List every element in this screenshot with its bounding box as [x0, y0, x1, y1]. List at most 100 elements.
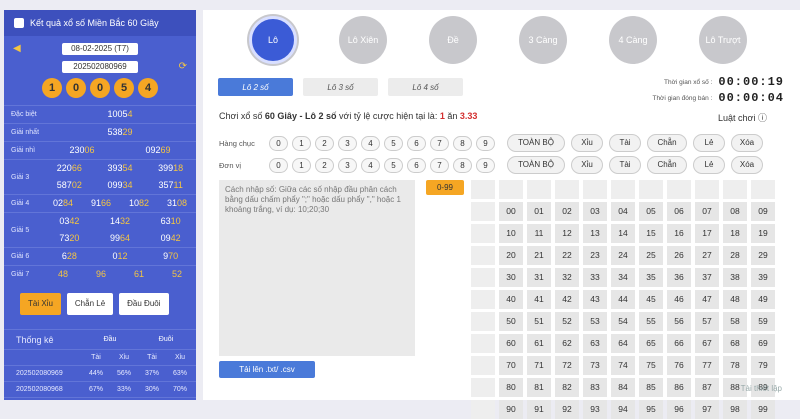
number-cell[interactable]: 18	[723, 224, 747, 243]
quick-button[interactable]: TOÀN BỘ	[507, 134, 565, 152]
number-cell[interactable]: 55	[639, 312, 663, 331]
digit-button[interactable]: 3	[338, 135, 357, 151]
number-cell[interactable]: 49	[751, 290, 775, 309]
chevron-left-icon[interactable]: ◀	[13, 43, 21, 54]
digit-button[interactable]: 5	[384, 157, 403, 173]
tab-1[interactable]: Chẵn Lẻ	[66, 293, 114, 315]
number-cell[interactable]: 30	[499, 268, 523, 287]
number-cell[interactable]: 61	[527, 334, 551, 353]
number-cell[interactable]: 70	[499, 356, 523, 375]
number-cell[interactable]: 36	[667, 268, 691, 287]
number-cell[interactable]: 06	[667, 202, 691, 221]
number-cell[interactable]: 48	[723, 290, 747, 309]
number-cell[interactable]: 60	[499, 334, 523, 353]
number-cell[interactable]: 43	[583, 290, 607, 309]
number-cell[interactable]: 22	[555, 246, 579, 265]
digit-button[interactable]: 7	[430, 135, 449, 151]
number-cell[interactable]: 41	[527, 290, 551, 309]
number-cell[interactable]: 68	[723, 334, 747, 353]
number-cell[interactable]: 14	[611, 224, 635, 243]
number-cell[interactable]: 10	[499, 224, 523, 243]
number-cell[interactable]: 09	[751, 202, 775, 221]
digit-button[interactable]: 9	[476, 157, 495, 173]
number-cell[interactable]: 12	[555, 224, 579, 243]
number-cell[interactable]: 86	[667, 378, 691, 397]
digit-button[interactable]: 9	[476, 135, 495, 151]
number-cell[interactable]: 75	[639, 356, 663, 375]
number-cell[interactable]: 71	[527, 356, 551, 375]
number-cell[interactable]: 33	[583, 268, 607, 287]
quick-button[interactable]: Xóa	[731, 134, 763, 152]
quick-button[interactable]: Chẵn	[647, 134, 687, 152]
number-cell[interactable]: 59	[751, 312, 775, 331]
number-cell[interactable]: 32	[555, 268, 579, 287]
number-cell[interactable]: 39	[751, 268, 775, 287]
number-cell[interactable]: 84	[611, 378, 635, 397]
number-cell[interactable]: 11	[527, 224, 551, 243]
number-cell[interactable]: 21	[527, 246, 551, 265]
number-cell[interactable]: 51	[527, 312, 551, 331]
quick-button[interactable]: Tài	[609, 156, 641, 174]
mode-0[interactable]: Lô	[249, 16, 297, 64]
date-select[interactable]: 08-02-2025 (T7)	[62, 42, 138, 55]
draw-select[interactable]: 202502080969	[62, 60, 138, 73]
subtab-1[interactable]: Lô 3 số	[303, 78, 378, 96]
number-cell[interactable]: 47	[695, 290, 719, 309]
number-cell[interactable]: 92	[555, 400, 579, 419]
digit-button[interactable]: 0	[269, 135, 288, 151]
number-cell[interactable]: 01	[527, 202, 551, 221]
number-cell[interactable]: 37	[695, 268, 719, 287]
number-cell[interactable]: 91	[527, 400, 551, 419]
number-cell[interactable]: 16	[667, 224, 691, 243]
upload-button[interactable]: Tải lên .txt/ .csv	[219, 361, 315, 378]
number-cell[interactable]: 54	[611, 312, 635, 331]
digit-button[interactable]: 6	[407, 157, 426, 173]
number-cell[interactable]: 63	[583, 334, 607, 353]
quick-button[interactable]: TOÀN BỘ	[507, 156, 565, 174]
quick-button[interactable]: Lẻ	[693, 156, 725, 174]
number-cell[interactable]: 80	[499, 378, 523, 397]
number-cell[interactable]: 81	[527, 378, 551, 397]
digit-button[interactable]: 8	[453, 135, 472, 151]
number-cell[interactable]: 27	[695, 246, 719, 265]
tab-2[interactable]: Đầu Đuôi	[119, 293, 169, 315]
refresh-icon[interactable]: ⟳	[179, 61, 187, 72]
number-cell[interactable]: 79	[751, 356, 775, 375]
number-cell[interactable]: 31	[527, 268, 551, 287]
number-cell[interactable]: 02	[555, 202, 579, 221]
quick-button[interactable]: Tài	[609, 134, 641, 152]
number-cell[interactable]: 95	[639, 400, 663, 419]
quick-button[interactable]: Xỉu	[571, 156, 603, 174]
home-icon[interactable]	[14, 18, 24, 28]
number-cell[interactable]: 53	[583, 312, 607, 331]
number-cell[interactable]: 38	[723, 268, 747, 287]
mode-4[interactable]: 4 Càng	[609, 16, 657, 64]
number-cell[interactable]: 93	[583, 400, 607, 419]
tab-0[interactable]: Tài Xỉu	[20, 293, 61, 315]
number-cell[interactable]: 04	[611, 202, 635, 221]
digit-button[interactable]: 0	[269, 157, 288, 173]
mode-3[interactable]: 3 Càng	[519, 16, 567, 64]
subtab-2[interactable]: Lô 4 số	[388, 78, 463, 96]
number-cell[interactable]: 65	[639, 334, 663, 353]
mode-2[interactable]: Đề	[429, 16, 477, 64]
number-cell[interactable]: 73	[583, 356, 607, 375]
number-cell[interactable]: 35	[639, 268, 663, 287]
number-cell[interactable]: 94	[611, 400, 635, 419]
rules-link[interactable]: Luật chơi ⓘ	[718, 111, 767, 124]
digit-button[interactable]: 1	[292, 157, 311, 173]
number-cell[interactable]: 90	[499, 400, 523, 419]
number-cell[interactable]: 56	[667, 312, 691, 331]
number-cell[interactable]: 20	[499, 246, 523, 265]
digit-button[interactable]: 7	[430, 157, 449, 173]
number-cell[interactable]: 52	[555, 312, 579, 331]
number-cell[interactable]: 50	[499, 312, 523, 331]
number-cell[interactable]: 07	[695, 202, 719, 221]
digit-button[interactable]: 8	[453, 157, 472, 173]
input-textarea[interactable]: Cách nhập số: Giữa các số nhập đầu phân …	[219, 180, 415, 356]
number-cell[interactable]: 69	[751, 334, 775, 353]
number-cell[interactable]: 45	[639, 290, 663, 309]
number-cell[interactable]: 72	[555, 356, 579, 375]
number-cell[interactable]: 25	[639, 246, 663, 265]
number-cell[interactable]: 23	[583, 246, 607, 265]
